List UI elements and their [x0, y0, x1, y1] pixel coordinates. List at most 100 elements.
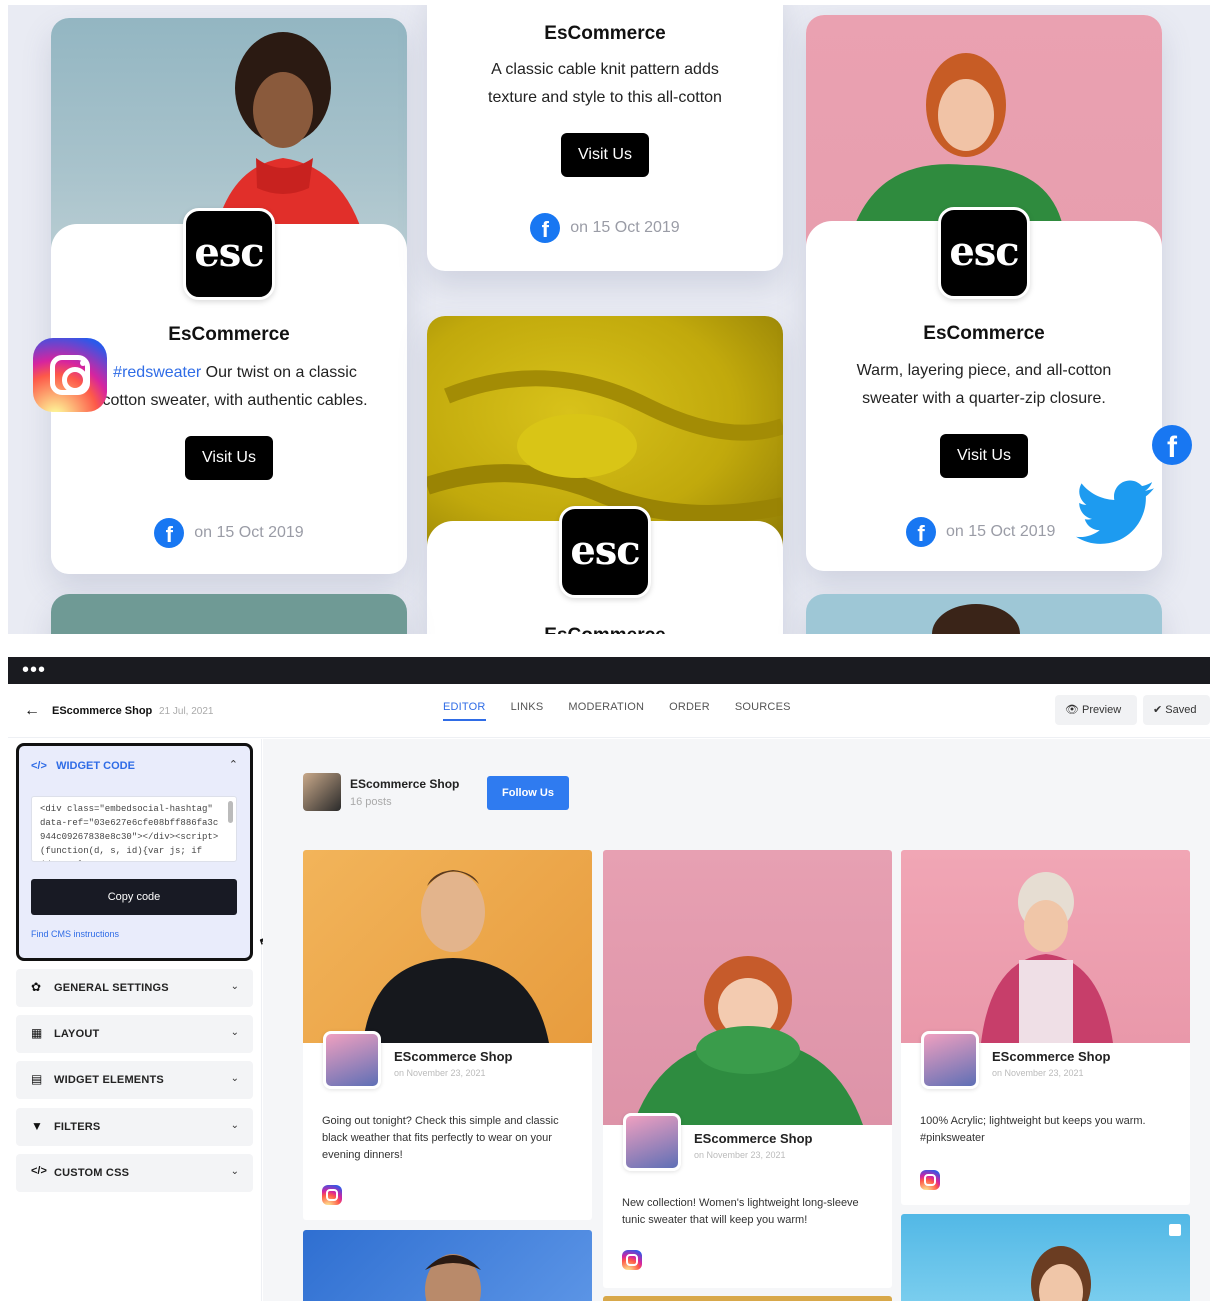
accordion-general-settings[interactable]: ✿ GENERAL SETTINGS ⌄: [16, 969, 253, 1007]
accordion-label: CUSTOM CSS: [54, 1167, 130, 1179]
hashtag-link[interactable]: #redsweater: [113, 364, 201, 381]
visit-wrap: Visit Us: [806, 434, 1162, 478]
post-author: EScommerce Shop: [992, 1049, 1111, 1064]
saved-button[interactable]: ✔ Saved: [1143, 695, 1210, 725]
accordion-widget-elements[interactable]: ▤ WIDGET ELEMENTS ⌄: [16, 1061, 253, 1099]
brand-name: EsCommerce: [544, 23, 666, 44]
visit-wrap: Visit Us: [51, 436, 407, 480]
post-image: [901, 850, 1190, 1043]
tab-moderation[interactable]: MODERATION: [568, 701, 644, 721]
accordion-layout[interactable]: ▦ LAYOUT ⌄: [16, 1015, 253, 1053]
feed-post-partial[interactable]: [603, 1296, 892, 1301]
feed-post[interactable]: EScommerce Shop on November 23, 2021 Goi…: [303, 850, 592, 1220]
feed-post[interactable]: EScommerce Shop on November 23, 2021 New…: [603, 850, 892, 1288]
post-author: EScommerce Shop: [694, 1131, 813, 1146]
visit-us-button[interactable]: Visit Us: [561, 133, 649, 177]
profile-name: EScommerce Shop: [350, 777, 460, 791]
widget-preview: EScommerce Shop 16 posts Follow Us EScom…: [263, 739, 1210, 1301]
post-card-partial-blue: [806, 594, 1162, 634]
post-date: on November 23, 2021: [992, 1068, 1084, 1078]
post-text: Going out tonight? Check this simple and…: [322, 1115, 559, 1161]
chevron-up-icon[interactable]: ⌃: [229, 758, 238, 771]
post-date: on November 23, 2021: [694, 1150, 786, 1160]
feed-post-partial[interactable]: [303, 1230, 592, 1301]
tab-sources[interactable]: SOURCES: [735, 701, 791, 721]
visit-us-button[interactable]: Visit Us: [940, 434, 1028, 478]
post-card-red-sweater: EsCommerce #redsweater Our twist on a cl…: [51, 18, 407, 574]
facebook-icon: f: [154, 518, 185, 548]
preview-label: Preview: [1082, 704, 1122, 716]
follow-us-button[interactable]: Follow Us: [487, 776, 569, 810]
post-card-yellow-sweater: EsCommerce esc: [427, 316, 783, 634]
post-image: [303, 850, 592, 1043]
instagram-icon: [622, 1250, 642, 1270]
tab-order[interactable]: ORDER: [669, 701, 710, 721]
post-date: on 15 Oct 2019: [946, 523, 1056, 540]
back-arrow-icon[interactable]: ←: [24, 702, 40, 720]
widget-code-textarea[interactable]: <div class="embedsocial-hashtag" data-re…: [31, 796, 237, 862]
tab-links[interactable]: LINKS: [511, 701, 544, 721]
post-date: on 15 Oct 2019: [194, 524, 304, 541]
post-text-line-1: Our twist on a classic: [205, 364, 357, 381]
post-meta: f on 15 Oct 2019: [51, 518, 407, 548]
editor-window: ••• ← EScommerce Shop 21 Jul, 2021 EDITO…: [8, 657, 1210, 1301]
accordion-label: WIDGET ELEMENTS: [54, 1074, 164, 1086]
post-date: on November 23, 2021: [394, 1068, 486, 1078]
instagram-icon: [33, 338, 107, 412]
eye-icon: 👁: [1065, 704, 1079, 716]
chevron-down-icon: ⌄: [230, 1120, 239, 1131]
post-card-cable-knit: EsCommerce A classic cable knit pattern …: [427, 5, 783, 271]
instagram-icon: [920, 1170, 940, 1190]
profile-post-count: 16 posts: [350, 796, 392, 808]
accordion-filters[interactable]: ▼ FILTERS ⌄: [16, 1108, 253, 1146]
post-meta: f on 15 Oct 2019: [427, 213, 783, 243]
post-text-line-1: A classic cable knit pattern adds: [491, 61, 719, 78]
author-avatar: [323, 1031, 381, 1089]
code-icon: </>: [31, 1165, 47, 1177]
code-icon: </>: [31, 760, 47, 772]
visit-us-button[interactable]: Visit Us: [185, 436, 273, 480]
accordion-custom-css[interactable]: </> CUSTOM CSS ⌄: [16, 1154, 253, 1192]
settings-sidebar: </> WIDGET CODE ⌃ <div class="embedsocia…: [8, 739, 293, 1301]
twitter-icon: [1076, 480, 1154, 544]
post-image: [603, 850, 892, 1125]
window-dots: •••: [22, 659, 47, 681]
facebook-icon: f: [1152, 425, 1192, 465]
accordion-label: LAYOUT: [54, 1028, 100, 1040]
facebook-icon: f: [906, 517, 936, 547]
post-text: New collection! Women's lightweight long…: [622, 1197, 859, 1226]
esc-brand-logo: esc: [938, 207, 1030, 299]
feed-post[interactable]: EScommerce Shop on November 23, 2021 100…: [901, 850, 1190, 1205]
copy-code-button[interactable]: Copy code: [31, 879, 237, 915]
elements-icon: ▤: [31, 1072, 43, 1086]
accordion-label: FILTERS: [54, 1121, 101, 1133]
post-description: #redsweater Our twist on a classic cotto…: [75, 359, 395, 415]
post-text-line-2: sweater with a quarter-zip closure.: [862, 390, 1106, 407]
visit-wrap: Visit Us: [427, 133, 783, 177]
post-description: A classic cable knit pattern adds textur…: [427, 56, 783, 112]
feed-post-partial[interactable]: [901, 1214, 1190, 1301]
instagram-icon: [322, 1185, 342, 1205]
tab-editor[interactable]: EDITOR: [443, 701, 486, 721]
widget-code-panel: </> WIDGET CODE ⌃ <div class="embedsocia…: [16, 743, 253, 961]
facebook-icon: f: [530, 213, 561, 243]
author-avatar: [623, 1113, 681, 1171]
esc-brand-logo: esc: [183, 208, 275, 300]
saved-label: Saved: [1165, 704, 1197, 716]
accordion-label: GENERAL SETTINGS: [54, 982, 169, 994]
post-date: on 15 Oct 2019: [570, 219, 680, 236]
post-author: EScommerce Shop: [394, 1049, 513, 1064]
shop-name: EScommerce Shop: [52, 705, 153, 717]
chevron-down-icon: ⌄: [230, 981, 239, 992]
find-cms-instructions-link[interactable]: Find CMS instructions: [31, 929, 119, 939]
editor-tabs: EDITOR LINKS MODERATION ORDER SOURCES: [443, 701, 791, 721]
brand-name: EsCommerce: [427, 625, 783, 634]
window-titlebar: •••: [8, 657, 1210, 684]
brand-name: EsCommerce: [168, 324, 290, 345]
post-text-line-2: cotton sweater, with authentic cables.: [102, 392, 368, 409]
esc-brand-logo: esc: [559, 506, 651, 598]
filter-icon: ▼: [31, 1119, 43, 1133]
profile-avatar: [303, 773, 341, 811]
widget-code-header[interactable]: </> WIDGET CODE: [31, 760, 135, 772]
preview-button[interactable]: 👁 Preview: [1055, 695, 1137, 725]
